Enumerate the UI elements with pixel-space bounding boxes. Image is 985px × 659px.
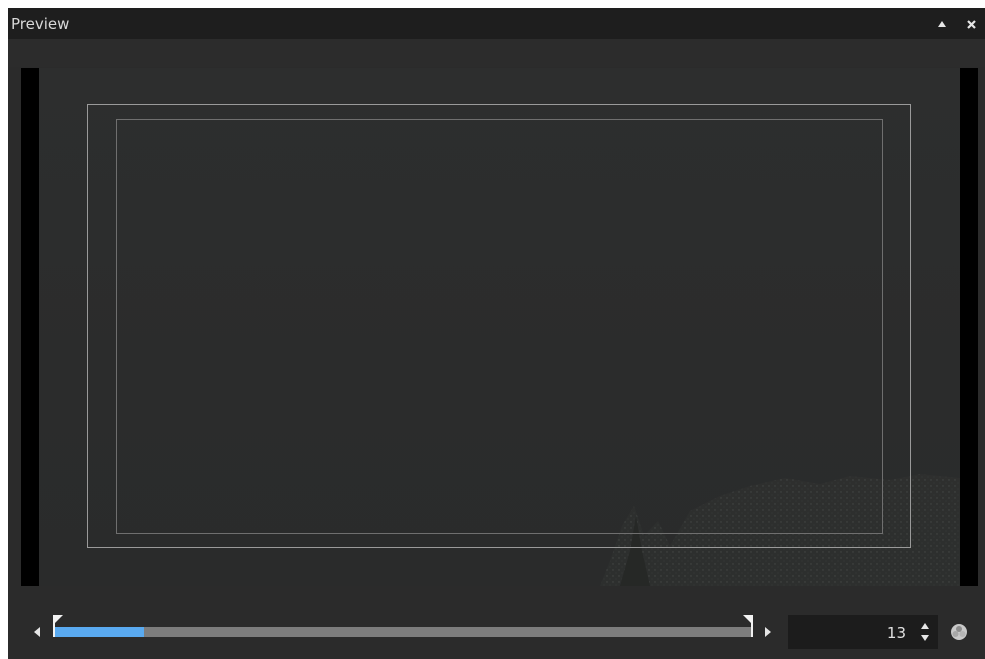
- spinner-icon[interactable]: [920, 621, 930, 643]
- preview-toolbar: [8, 39, 985, 67]
- previous-frame-button[interactable]: [30, 621, 44, 643]
- timeline-slider[interactable]: [53, 615, 753, 637]
- titlebar: Preview: [8, 8, 985, 39]
- frame-number-value[interactable]: 13: [887, 624, 906, 642]
- next-frame-button[interactable]: [761, 621, 775, 643]
- chevron-right-icon: [765, 627, 771, 637]
- chevron-left-icon: [34, 627, 40, 637]
- close-icon: [966, 19, 976, 29]
- range-end-handle[interactable]: [743, 615, 753, 637]
- frame-number-field[interactable]: 13: [788, 615, 938, 649]
- render-icon[interactable]: [948, 621, 970, 643]
- playback-controls: 13: [8, 586, 985, 659]
- close-button[interactable]: [964, 17, 978, 31]
- panel-title: Preview: [11, 15, 70, 33]
- preview-image: [39, 68, 960, 586]
- preview-viewport: [21, 68, 978, 586]
- collapse-button[interactable]: [935, 17, 949, 31]
- preview-panel: Preview 13: [8, 8, 985, 659]
- timeline-progress: [53, 627, 144, 637]
- collapse-up-icon: [938, 21, 946, 27]
- title-safe-frame: [116, 119, 883, 534]
- range-start-handle[interactable]: [53, 615, 63, 637]
